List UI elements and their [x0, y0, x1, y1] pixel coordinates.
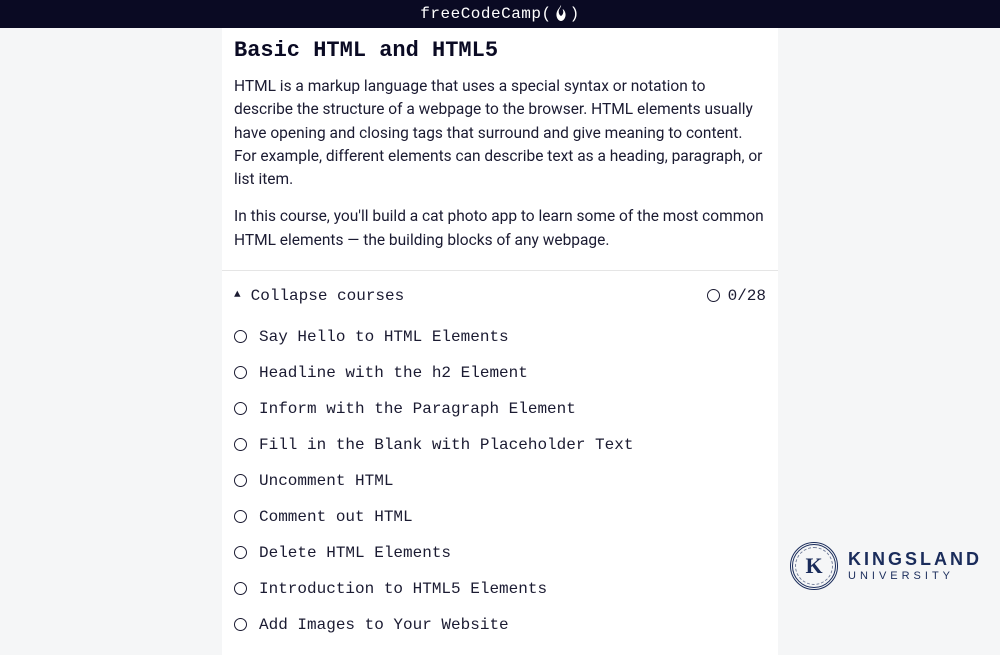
lesson-item[interactable]: Delete HTML Elements: [234, 535, 766, 571]
lesson-title: Fill in the Blank with Placeholder Text: [259, 436, 633, 454]
lesson-title: Comment out HTML: [259, 508, 413, 526]
kingsland-badge-icon: K: [790, 542, 838, 590]
lesson-title: Introduction to HTML5 Elements: [259, 580, 547, 598]
status-circle-icon: [234, 402, 247, 415]
badge-letter: K: [805, 553, 822, 579]
lesson-item[interactable]: Inform with the Paragraph Element: [234, 391, 766, 427]
progress-indicator: 0/28: [707, 287, 766, 305]
footer-brand: K KINGSLAND UNIVERSITY: [790, 542, 982, 590]
top-nav: freeCodeCamp( ): [0, 0, 1000, 28]
flame-icon: [554, 5, 568, 26]
course-header: Basic HTML and HTML5 HTML is a markup la…: [222, 28, 778, 270]
lesson-item[interactable]: Uncomment HTML: [234, 463, 766, 499]
status-circle-icon: [234, 510, 247, 523]
status-circle-icon: [234, 474, 247, 487]
status-circle-icon: [234, 438, 247, 451]
status-circle-icon: [234, 546, 247, 559]
status-circle-icon: [234, 618, 247, 631]
lesson-title: Add Images to Your Website: [259, 616, 509, 634]
lesson-list: Say Hello to HTML Elements Headline with …: [222, 319, 778, 655]
lesson-title: Inform with the Paragraph Element: [259, 400, 576, 418]
status-circle-icon: [234, 582, 247, 595]
status-circle-icon: [234, 366, 247, 379]
course-description-2: In this course, you'll build a cat photo…: [234, 205, 766, 252]
collapse-toggle[interactable]: ▲ Collapse courses 0/28: [222, 271, 778, 319]
lesson-title: Headline with the h2 Element: [259, 364, 528, 382]
brand-line-2: UNIVERSITY: [848, 571, 982, 582]
lesson-item[interactable]: Add Images to Your Website: [234, 607, 766, 643]
course-title: Basic HTML and HTML5: [234, 38, 766, 63]
lesson-title: Say Hello to HTML Elements: [259, 328, 509, 346]
brand-text-right: ): [570, 5, 580, 23]
lesson-item[interactable]: Introduction to HTML5 Elements: [234, 571, 766, 607]
lesson-item[interactable]: Say Hello to HTML Elements: [234, 319, 766, 355]
status-circle-icon: [234, 330, 247, 343]
course-description-1: HTML is a markup language that uses a sp…: [234, 75, 766, 191]
brand-line-1: KINGSLAND: [848, 550, 982, 568]
lesson-title: Delete HTML Elements: [259, 544, 451, 562]
caret-up-icon: ▲: [234, 289, 241, 301]
brand-text-left: freeCodeCamp(: [420, 5, 551, 23]
progress-circle-icon: [707, 289, 720, 302]
lesson-item[interactable]: Fill in the Blank with Placeholder Text: [234, 427, 766, 463]
progress-count: 0/28: [728, 287, 766, 305]
lesson-item[interactable]: Headline with the h2 Element: [234, 355, 766, 391]
collapse-label: Collapse courses: [251, 287, 405, 305]
course-panel: Basic HTML and HTML5 HTML is a markup la…: [222, 28, 778, 655]
lesson-title: Uncomment HTML: [259, 472, 393, 490]
lesson-item[interactable]: Comment out HTML: [234, 499, 766, 535]
